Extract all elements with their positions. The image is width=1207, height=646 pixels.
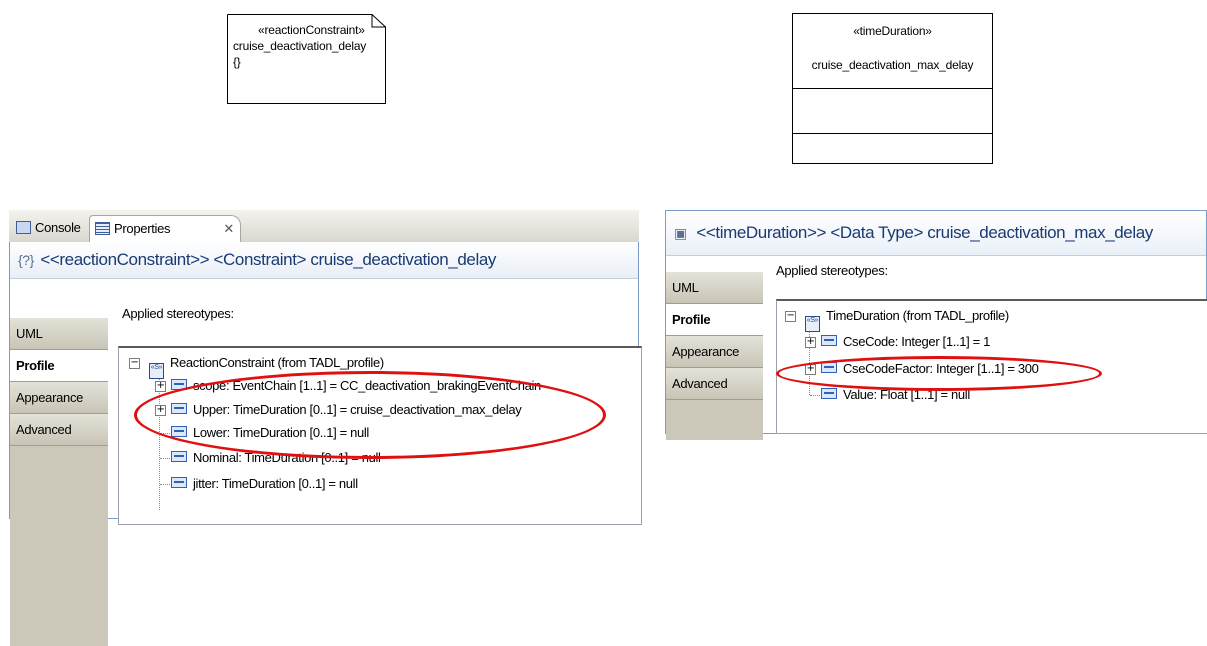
side-tab-advanced[interactable]: Advanced bbox=[666, 368, 763, 400]
side-tab-appearance[interactable]: Appearance bbox=[10, 382, 108, 414]
collapse-icon[interactable]: − bbox=[785, 311, 796, 322]
side-tab-appearance[interactable]: Appearance bbox=[666, 336, 763, 368]
expand-icon[interactable]: + bbox=[805, 337, 816, 348]
tree-root-label: ReactionConstraint (from TADL_profile) bbox=[170, 355, 384, 370]
left-stereotype-tree[interactable]: − «S» ReactionConstraint (from TADL_profi… bbox=[118, 346, 642, 525]
property-icon bbox=[821, 388, 837, 399]
property-icon bbox=[171, 477, 187, 488]
class-name: cruise_deactivation_max_delay bbox=[811, 58, 974, 72]
property-icon bbox=[171, 451, 187, 462]
left-panel-title-bar: {?} <<reactionConstraint>> <Constraint> … bbox=[10, 242, 638, 279]
right-side-tabs: UML Profile Appearance Advanced bbox=[666, 272, 763, 440]
tree-line bbox=[160, 484, 170, 485]
side-tab-profile[interactable]: Profile bbox=[10, 350, 108, 382]
close-icon[interactable]: ✕ bbox=[223, 216, 234, 242]
side-tab-filler bbox=[666, 400, 763, 440]
property-icon bbox=[171, 426, 187, 437]
tree-item-label: Value: Float [1..1] = null bbox=[843, 387, 970, 402]
right-panel-title-bar: ▣ <<timeDuration>> <Data Type> cruise_de… bbox=[666, 211, 1206, 256]
property-icon bbox=[821, 335, 837, 346]
tree-item-label: jitter: TimeDuration [0..1] = null bbox=[193, 476, 358, 491]
tree-line bbox=[810, 395, 820, 396]
applied-stereotypes-label: Applied stereotypes: bbox=[776, 263, 888, 278]
left-panel-title: <<reactionConstraint>> <Constraint> crui… bbox=[40, 250, 497, 269]
property-icon bbox=[821, 362, 837, 373]
class-stereotype: «timeDuration» bbox=[853, 24, 932, 38]
collapse-icon[interactable]: − bbox=[129, 358, 140, 369]
side-tab-advanced[interactable]: Advanced bbox=[10, 414, 108, 446]
class-header: «timeDuration» cruise_deactivation_max_d… bbox=[793, 14, 992, 89]
class-attributes-compartment bbox=[793, 89, 992, 134]
tree-row[interactable]: Value: Float [1..1] = null bbox=[821, 384, 970, 406]
right-stereotype-tree[interactable]: − «S» TimeDuration (from TADL_profile) + … bbox=[776, 299, 1207, 434]
tab-console-label: Console bbox=[35, 220, 81, 235]
tree-root-label: TimeDuration (from TADL_profile) bbox=[826, 308, 1009, 323]
tree-row[interactable]: jitter: TimeDuration [0..1] = null bbox=[171, 473, 358, 495]
properties-icon bbox=[95, 222, 110, 235]
constraint-note[interactable]: «reactionConstraint» cruise_deactivation… bbox=[227, 14, 386, 104]
property-icon bbox=[171, 403, 187, 414]
tree-item-label: Nominal: TimeDuration [0..1] = null bbox=[193, 450, 381, 465]
left-properties-panel: {?} <<reactionConstraint>> <Constraint> … bbox=[9, 242, 642, 646]
side-tab-uml[interactable]: UML bbox=[10, 318, 108, 350]
tree-item-label: CseCodeFactor: Integer [1..1] = 300 bbox=[843, 361, 1039, 376]
expand-icon[interactable]: + bbox=[155, 381, 166, 392]
expand-icon[interactable]: + bbox=[805, 364, 816, 375]
side-tab-profile[interactable]: Profile bbox=[666, 304, 763, 336]
tree-item-label: Lower: TimeDuration [0..1] = null bbox=[193, 425, 369, 440]
side-tab-uml[interactable]: UML bbox=[666, 272, 763, 304]
datatype-icon: ▣ bbox=[674, 225, 687, 241]
console-icon bbox=[16, 221, 31, 234]
tree-line bbox=[160, 433, 170, 434]
tab-properties-label: Properties bbox=[114, 221, 171, 236]
applied-stereotypes-label: Applied stereotypes: bbox=[122, 306, 234, 321]
expand-icon[interactable]: + bbox=[155, 405, 166, 416]
left-side-tabs: UML Profile Appearance Advanced bbox=[10, 318, 108, 646]
stereotype-icon: «S» bbox=[149, 363, 164, 379]
tree-item-label: CseCode: Integer [1..1] = 1 bbox=[843, 334, 991, 349]
view-tab-bar: Console Properties ✕ bbox=[9, 210, 639, 243]
tree-item-label: Upper: TimeDuration [0..1] = cruise_deac… bbox=[193, 402, 522, 417]
note-stereotype: «reactionConstraint» bbox=[258, 23, 365, 37]
tree-row[interactable]: Nominal: TimeDuration [0..1] = null bbox=[171, 447, 381, 469]
note-name: cruise_deactivation_delay bbox=[233, 39, 367, 53]
side-tab-filler bbox=[10, 446, 108, 646]
constraint-icon: {?} bbox=[18, 252, 34, 268]
tree-item-label: scope: EventChain [1..1] = CC_deactivati… bbox=[193, 378, 541, 393]
tree-line bbox=[159, 372, 160, 510]
right-properties-panel: ▣ <<timeDuration>> <Data Type> cruise_de… bbox=[665, 210, 1207, 440]
timeduration-class-box[interactable]: «timeDuration» cruise_deactivation_max_d… bbox=[792, 13, 993, 164]
note-body: {} bbox=[233, 55, 241, 69]
tree-line bbox=[160, 458, 170, 459]
tab-properties[interactable]: Properties ✕ bbox=[89, 215, 241, 242]
property-icon bbox=[171, 379, 187, 390]
stereotype-icon: «S» bbox=[805, 316, 820, 332]
right-panel-title: <<timeDuration>> <Data Type> cruise_deac… bbox=[696, 223, 1153, 242]
tree-row[interactable]: Lower: TimeDuration [0..1] = null bbox=[171, 422, 369, 444]
